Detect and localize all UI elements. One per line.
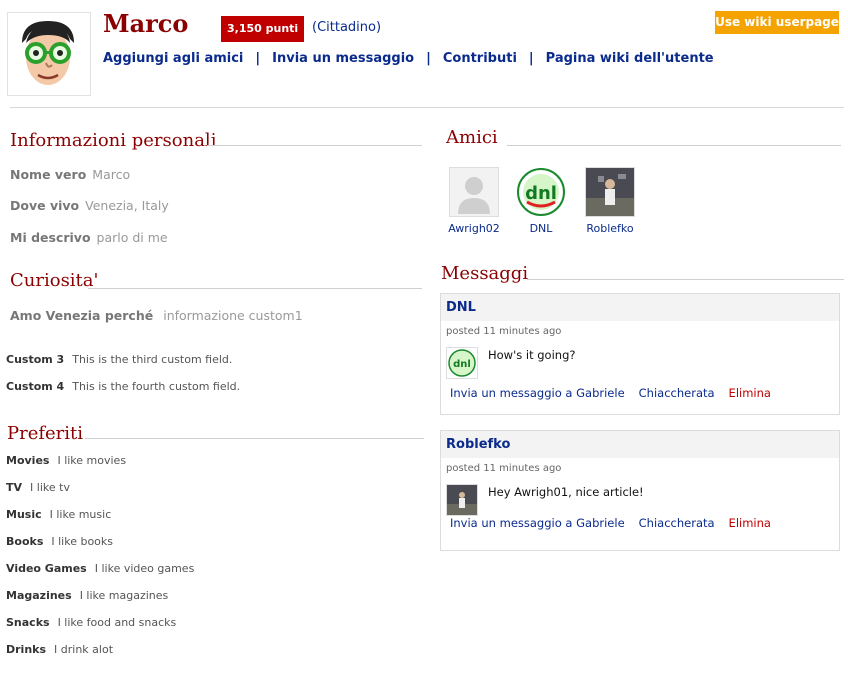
friend-avatar-placeholder[interactable]	[449, 167, 499, 217]
field-row: Mi descrivo parlo di me	[10, 227, 168, 246]
send-message-link[interactable]: Invia un messaggio	[272, 51, 414, 66]
wiki-page-link[interactable]: Pagina wiki dell'utente	[546, 51, 714, 66]
favorite-label: TV	[6, 481, 23, 494]
field-label: Mi descrivo	[10, 230, 91, 245]
favorite-value: I drink alot	[54, 643, 114, 656]
chat-link[interactable]: Chiaccherata	[639, 386, 715, 400]
contributions-link[interactable]: Contributi	[443, 51, 517, 66]
use-wiki-userpage-button[interactable]: Use wiki userpage	[715, 11, 839, 34]
amici-title: Amici	[446, 127, 498, 148]
friend-name[interactable]: Roblefko	[580, 222, 640, 235]
action-separator: |	[255, 51, 261, 66]
message-actions: Invia un messaggio a Gabriele Chiaccherat…	[441, 507, 839, 530]
favorite-row: Magazines I like magazines	[6, 589, 168, 602]
field-value: Venezia, Italy	[85, 198, 169, 213]
section-line	[507, 145, 841, 146]
favorite-value: I like video games	[94, 562, 195, 575]
field-label: Nome vero	[10, 167, 87, 182]
field-row: Amo Venezia perché informazione custom1	[10, 305, 303, 324]
rank-link[interactable]: (Cittadino)	[312, 20, 381, 35]
field-value: parlo di me	[96, 230, 168, 245]
send-message-to-link[interactable]: Invia un messaggio a Gabriele	[450, 516, 625, 530]
friend-card[interactable]: dnl DNL	[511, 167, 571, 235]
field-label: Amo Venezia perché	[10, 308, 154, 323]
custom-value: This is the third custom field.	[72, 353, 233, 366]
action-separator: |	[426, 51, 431, 66]
profile-actions: Aggiungi agli amici | Invia un messaggio | C…	[103, 51, 714, 66]
custom-value: This is the fourth custom field.	[72, 380, 241, 393]
points-badge: 3,150 punti	[221, 16, 305, 42]
field-row: Nome vero Marco	[10, 164, 130, 183]
favorite-label: Video Games	[6, 562, 87, 575]
message-actions: Invia un messaggio a Gabriele Chiaccherat…	[441, 377, 839, 400]
friend-name[interactable]: Awrigh02	[444, 222, 504, 235]
delete-link[interactable]: Elimina	[729, 386, 771, 400]
preferiti-title: Preferiti	[7, 423, 84, 444]
custom-label: Custom 3	[6, 353, 65, 366]
add-friend-link[interactable]: Aggiungi agli amici	[103, 51, 243, 66]
messaggi-title: Messaggi	[441, 263, 529, 284]
favorite-row: TV I like tv	[6, 481, 70, 494]
message-time: posted 11 minutes ago	[446, 463, 562, 474]
favorite-label: Drinks	[6, 643, 47, 656]
favorite-label: Music	[6, 508, 42, 521]
field-value: informazione custom1	[163, 308, 303, 323]
friend-card[interactable]: Roblefko	[580, 167, 640, 235]
favorite-label: Magazines	[6, 589, 72, 602]
section-line	[85, 438, 424, 439]
curiosita-title: Curiosita'	[10, 270, 99, 291]
chat-link[interactable]: Chiaccherata	[639, 516, 715, 530]
send-message-to-link[interactable]: Invia un messaggio a Gabriele	[450, 386, 625, 400]
favorite-value: I like food and snacks	[57, 616, 177, 629]
action-separator: |	[528, 51, 534, 66]
message-card: DNL posted 11 minutes ago dnl How's it g…	[440, 293, 840, 415]
field-row: Dove vivo Venezia, Italy	[10, 195, 169, 214]
custom-row: Custom 4 This is the fourth custom field.	[6, 380, 240, 393]
message-body: dnl How's it going?	[441, 337, 839, 379]
message-text: Hey Awrigh01, nice article!	[488, 485, 644, 499]
section-line	[527, 279, 844, 280]
message-avatar[interactable]: dnl	[446, 347, 478, 379]
message-body: Hey Awrigh01, nice article!	[441, 474, 839, 516]
favorite-row: Drinks I drink alot	[6, 643, 113, 656]
favorite-row: Snacks I like food and snacks	[6, 616, 176, 629]
custom-label: Custom 4	[6, 380, 65, 393]
friend-avatar-dnl[interactable]: dnl	[516, 167, 566, 217]
friend-name[interactable]: DNL	[511, 222, 571, 235]
favorite-value: I like books	[51, 535, 114, 548]
field-label: Dove vivo	[10, 198, 80, 213]
section-line	[88, 288, 422, 289]
message-card: Roblefko posted 11 minutes ago Hey Awrig…	[440, 430, 840, 551]
message-time: posted 11 minutes ago	[446, 326, 562, 337]
header-divider	[10, 107, 844, 108]
message-author[interactable]: DNL	[441, 294, 839, 321]
favorite-row: Video Games I like video games	[6, 562, 194, 575]
favorite-value: I like movies	[57, 454, 127, 467]
personal-info-title: Informazioni personali	[10, 130, 217, 151]
custom-row: Custom 3 This is the third custom field.	[6, 353, 232, 366]
favorite-value: I like magazines	[79, 589, 169, 602]
svg-text:dnl: dnl	[525, 183, 557, 204]
message-avatar[interactable]	[446, 484, 478, 516]
favorite-label: Books	[6, 535, 44, 548]
favorite-row: Music I like music	[6, 508, 111, 521]
profile-username: Marco	[103, 9, 189, 38]
favorite-value: I like tv	[30, 481, 70, 494]
favorite-label: Snacks	[6, 616, 50, 629]
message-author[interactable]: Roblefko	[441, 431, 839, 458]
friend-avatar-photo[interactable]	[585, 167, 635, 217]
section-line	[207, 145, 422, 146]
favorite-row: Movies I like movies	[6, 454, 126, 467]
favorite-value: I like music	[49, 508, 112, 521]
user-avatar	[7, 12, 91, 96]
field-value: Marco	[92, 167, 131, 182]
favorite-label: Movies	[6, 454, 50, 467]
favorite-row: Books I like books	[6, 535, 113, 548]
delete-link[interactable]: Elimina	[729, 516, 771, 530]
message-text: How's it going?	[488, 348, 576, 362]
svg-text:dnl: dnl	[453, 359, 471, 370]
friend-card[interactable]: Awrigh02	[444, 167, 504, 235]
